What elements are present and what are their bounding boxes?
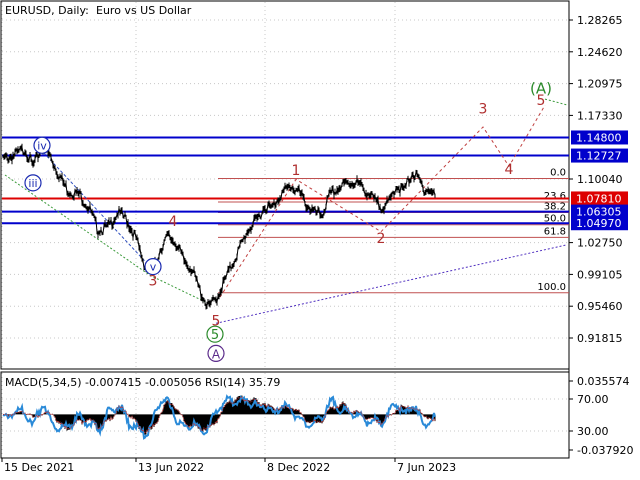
y-tick-label: 30.00 — [577, 425, 609, 438]
y-tick-label: 1.20975 — [577, 78, 623, 91]
chart-canvas: 0.023.638.250.061.8100.0 1.148001.127271… — [0, 0, 633, 474]
level-price-text: 1.12727 — [576, 150, 622, 163]
level-price-text: 1.14800 — [576, 131, 622, 144]
y-tick-label: 0.035574 — [577, 375, 630, 388]
x-tick-label: 7 Jun 2023 — [397, 461, 456, 474]
fib-label: 100.0 — [537, 282, 566, 293]
x-tick-label: 15 Dec 2021 — [4, 461, 74, 474]
x-tick-label: 8 Dec 2022 — [267, 461, 330, 474]
x-axis: 15 Dec 2021 13 Jun 2022 8 Dec 2022 7 Jun 20… — [1, 458, 456, 474]
wave-label: iii — [28, 177, 37, 190]
y-tick-label: 0.99105 — [577, 268, 623, 281]
wave-label: 3 — [149, 274, 158, 290]
fib-label: 23.6 — [544, 191, 566, 202]
wave-label: 3 — [479, 102, 488, 118]
y-tick-label: 1.02750 — [577, 237, 623, 250]
y-tick-label: 1.10040 — [577, 173, 623, 186]
y-tick-label: -0.037920 — [577, 444, 633, 457]
y-tick-label: 0.95460 — [577, 300, 623, 313]
wave-label: 5 — [211, 328, 219, 343]
y-tick-label: 1.24620 — [577, 46, 623, 59]
y-tick-label: 1.17330 — [577, 109, 623, 122]
chart-description: Euro vs US Dollar — [96, 4, 192, 17]
fib-label: 0.0 — [550, 167, 566, 178]
level-price-text: 1.04970 — [576, 217, 622, 230]
wave-label: A — [212, 347, 221, 361]
y-tick-label: 1.28265 — [577, 14, 623, 27]
y-tick-label: 0.91815 — [577, 332, 623, 345]
x-tick-label: 13 Jun 2022 — [138, 461, 204, 474]
wave-label: 2 — [377, 231, 386, 247]
fib-label: 61.8 — [544, 226, 566, 237]
wave-label: 1 — [292, 163, 301, 179]
level-price-text: 1.07810 — [576, 192, 622, 205]
wave-label: (A) — [530, 80, 552, 98]
wave-label: 4 — [169, 214, 178, 230]
y-axis: 1.28265 1.24620 1.20975 1.17330 1.10040 1.027… — [569, 14, 633, 457]
y-tick-label: 70.00 — [577, 393, 609, 406]
macd-label: MACD(5,34,5) -0.007415 -0.005056 RSI(14)… — [5, 376, 280, 389]
wave-label: 4 — [505, 162, 514, 178]
wave-label: v — [150, 261, 157, 274]
wave-label: iv — [37, 139, 47, 152]
chart-symbol: EURUSD, Daily: — [5, 4, 89, 17]
